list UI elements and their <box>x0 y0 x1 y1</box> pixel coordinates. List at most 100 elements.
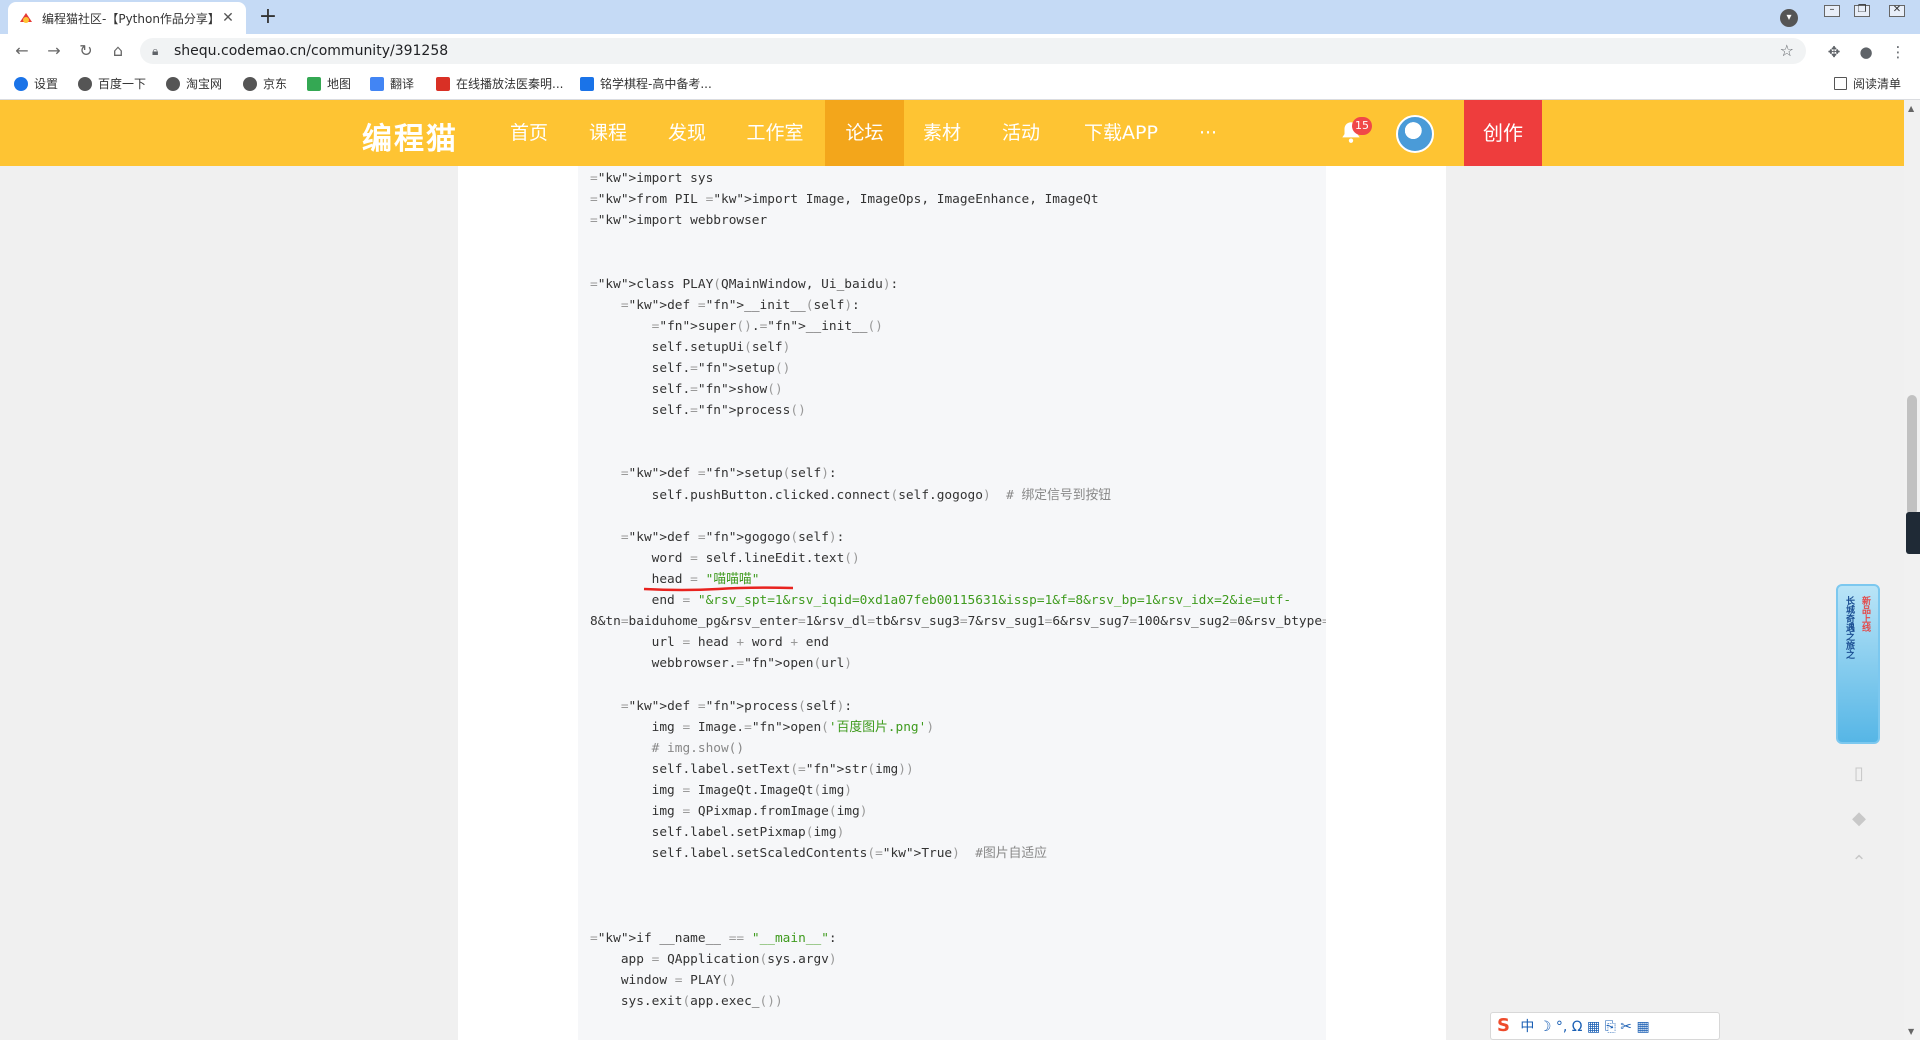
banner-subtext: 新品上线 <box>1860 596 1870 632</box>
bookmark-jd[interactable]: 京东 <box>243 68 287 100</box>
globe-icon <box>78 76 92 91</box>
tab-title: 编程猫社区-【Python作品分享】 <box>42 11 220 26</box>
nav-studio[interactable]: 工作室 <box>735 100 815 166</box>
extensions-icon[interactable]: ✥ <box>1824 42 1844 62</box>
code-line: ="kw">if __name__ == "__main__": <box>590 930 837 946</box>
globe-icon <box>166 76 180 91</box>
code-line: ="kw">import sys <box>590 171 714 186</box>
avatar[interactable] <box>1396 115 1434 153</box>
reload-icon[interactable]: ↻ <box>76 41 96 61</box>
nav-activities[interactable]: 活动 <box>992 100 1050 166</box>
code-line: ="kw">def ="fn">process(self): <box>620 698 853 714</box>
bookmark-video[interactable]: 在线播放法医秦明... <box>436 68 563 100</box>
code-line: self.label.setText(="fn">str(img)) <box>590 761 914 777</box>
nav-discover[interactable]: 发现 <box>658 100 716 166</box>
code-line: ="fn">super().="fn">__init__() <box>651 318 883 334</box>
code-line: self.="fn">setup() <box>590 360 791 376</box>
video-site-icon <box>436 76 450 91</box>
code-line: end = "&rsv_spt=1&rsv_iqid=0xd1a07feb001… <box>590 593 1292 608</box>
code-line: webbrowser.="fn">open(url) <box>590 656 853 672</box>
nav-more[interactable]: ··· <box>1186 100 1230 166</box>
nav-courses[interactable]: 课程 <box>579 100 637 166</box>
bookmark-map[interactable]: 地图 <box>307 68 351 100</box>
tab-close-icon[interactable]: ✕ <box>220 10 236 26</box>
page-viewport: 编程猫 首页 课程 发现 工作室 论坛 素材 活动 下载APP ··· 15 创… <box>0 100 1904 1040</box>
lock-icon[interactable]: 🔒︎ <box>152 38 158 64</box>
globe-icon <box>243 76 257 91</box>
ime-moon-icon[interactable]: ☽ <box>1539 1019 1552 1035</box>
code-line: sys.exit(app.exec_()) <box>590 993 783 1009</box>
tab-search-icon[interactable]: ▾ <box>1780 9 1798 27</box>
minimize-button[interactable]: – <box>1818 0 1846 20</box>
ime-chinese-mode[interactable]: 中 <box>1520 1019 1534 1035</box>
side-panel-tab[interactable] <box>1906 512 1920 554</box>
ime-scissors-icon[interactable]: ✂ <box>1620 1019 1632 1035</box>
nav-forum[interactable]: 论坛 <box>825 100 904 166</box>
code-line: ="kw">def ="fn">gogogo(self): <box>620 529 845 545</box>
code-line: app = QApplication(sys.argv) <box>590 951 837 967</box>
new-tab-button[interactable]: + <box>256 6 280 30</box>
bookmark-settings[interactable]: 设置 <box>14 68 58 100</box>
home-icon[interactable]: ⌂ <box>108 41 128 61</box>
code-line: window = PLAY() <box>590 972 737 988</box>
qq-icon[interactable]: ◆ <box>1848 808 1870 830</box>
nav-home[interactable]: 首页 <box>500 100 558 166</box>
floating-ad-banner[interactable]: 长城奇遇之旅之 新品上线 <box>1836 584 1880 744</box>
code-line: ="kw">def ="fn">__init__(self): <box>620 297 860 313</box>
translate-icon <box>370 76 384 91</box>
create-button[interactable]: 创作 <box>1464 100 1542 166</box>
code-line: # img.show() <box>651 740 745 756</box>
code-line: ="kw">class PLAY(QMainWindow, Ui_baidu): <box>590 276 899 292</box>
ime-grid-icon[interactable]: ▦ <box>1636 1019 1649 1035</box>
code-line: self.label.setScaledContents(="kw">True)… <box>590 846 1047 862</box>
code-line: url = head + word + end <box>590 635 829 651</box>
forward-icon[interactable]: → <box>44 41 64 61</box>
browser-toolbar: ← → ↻ ⌂ 🔒︎ shequ.codemao.cn/community/39… <box>0 34 1920 68</box>
code-line: self.="fn">process() <box>590 403 806 419</box>
ime-clipboard-icon[interactable]: ⎘ <box>1605 1019 1616 1035</box>
bookmark-translate[interactable]: 翻译 <box>370 68 414 100</box>
address-bar[interactable]: 🔒︎ shequ.codemao.cn/community/391258 ☆ <box>140 38 1806 64</box>
ime-punct-icon[interactable]: °, <box>1556 1019 1567 1035</box>
close-window-button[interactable]: ✕ <box>1878 0 1916 20</box>
browser-tab[interactable]: 编程猫社区-【Python作品分享】 ✕ <box>8 2 246 34</box>
red-underline-annotation <box>643 586 794 592</box>
back-to-top-icon[interactable]: ⌃ <box>1848 852 1870 874</box>
code-line: word = self.lineEdit.text() <box>590 550 860 566</box>
bookmark-baidu[interactable]: 百度一下 <box>78 68 146 100</box>
nav-download-app[interactable]: 下载APP <box>1074 100 1168 166</box>
ime-headset-icon[interactable]: Ω <box>1572 1019 1583 1035</box>
page-scrollbar[interactable]: ▲ ▼ <box>1904 100 1920 1040</box>
code-line: self.="fn">show() <box>590 382 783 397</box>
nav-materials[interactable]: 素材 <box>913 100 971 166</box>
banner-text: 长城奇遇之旅之 <box>1844 596 1854 659</box>
bookmarks-bar: 设置 百度一下 淘宝网 京东 地图 翻译 在线播放法医秦明... 铭学棋程-高中… <box>0 68 1920 100</box>
profile-icon[interactable]: ● <box>1856 42 1876 62</box>
code-line: ="kw">import webbrowser <box>590 213 768 229</box>
ime-toolbar[interactable]: S 中 ☽ °, Ω ▦ ⎘ ✂ ▦ <box>1490 1012 1720 1040</box>
mobile-icon[interactable]: ▯ <box>1848 763 1870 785</box>
code-line: ="kw">from PIL ="kw">import Image, Image… <box>590 192 1099 208</box>
code-line: self.pushButton.clicked.connect(self.gog… <box>590 487 1112 503</box>
bookmark-school[interactable]: 铭学棋程-高中备考... <box>580 68 712 100</box>
code-block: ="kw">import sys ="kw">from PIL ="kw">imp… <box>578 166 1326 1040</box>
scrollbar-thumb[interactable] <box>1907 395 1917 515</box>
site-logo[interactable]: 编程猫 <box>362 114 458 158</box>
url-text: shequ.codemao.cn/community/391258 <box>174 43 449 59</box>
bookmark-star-icon[interactable]: ☆ <box>1780 38 1794 64</box>
scroll-down-icon[interactable]: ▼ <box>1908 1027 1914 1036</box>
back-icon[interactable]: ← <box>12 41 32 61</box>
code-line: img = Image.="fn">open('百度图片.png') <box>590 719 935 735</box>
reading-list-icon <box>1834 77 1847 90</box>
ime-keyboard-icon[interactable]: ▦ <box>1587 1019 1600 1035</box>
reading-list[interactable]: 阅读清单 <box>1834 68 1901 100</box>
school-icon <box>580 76 594 91</box>
code-line: self.setupUi(self) <box>590 339 791 355</box>
gear-icon <box>14 76 28 91</box>
map-icon <box>307 76 321 91</box>
scroll-up-icon[interactable]: ▲ <box>1908 104 1914 113</box>
restore-button[interactable]: ❐ <box>1848 0 1876 20</box>
menu-icon[interactable]: ⋮ <box>1888 42 1908 62</box>
bookmark-taobao[interactable]: 淘宝网 <box>166 68 222 100</box>
code-line: img = QPixmap.fromImage(img) <box>590 804 868 819</box>
